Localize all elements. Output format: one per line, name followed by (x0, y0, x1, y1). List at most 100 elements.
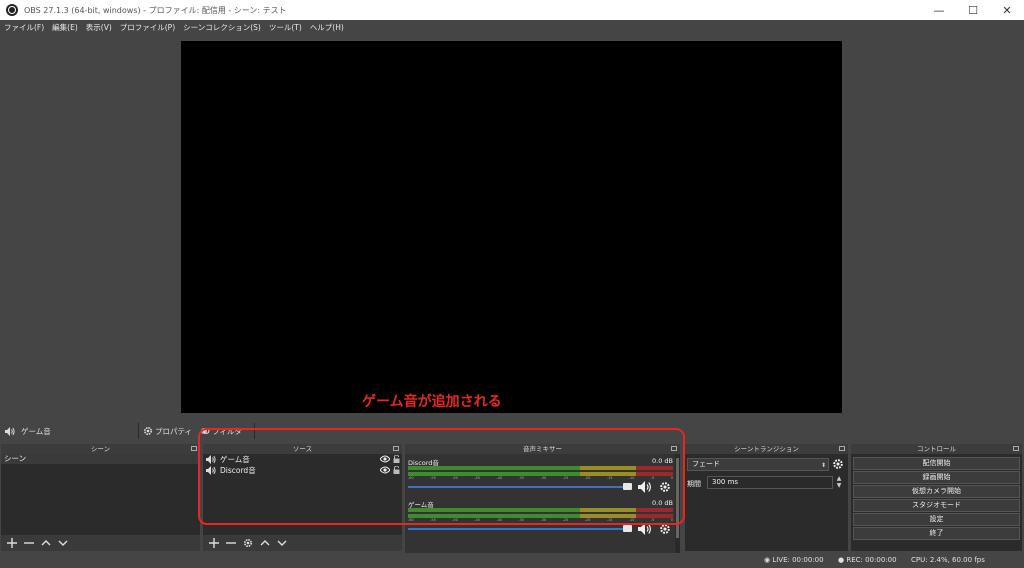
main-area: ゲーム音が追加される ゲーム音 プロパティ フィルタ シーン シーン ソース ゲ… (0, 35, 1024, 568)
remove-source-button[interactable] (223, 536, 238, 550)
transition-value: フェード (692, 460, 720, 468)
mixer-header: 音声ミキサー (405, 444, 680, 454)
controls-dock: コントロール 配信開始 録画開始 仮想カメラ開始 スタジオモード 設定 終了 (851, 444, 1022, 551)
undock-icon[interactable] (191, 446, 197, 451)
lock-icon[interactable] (393, 455, 400, 463)
status-bar: ◉ LIVE: 00:00:00 ● REC: 00:00:00 CPU: 2.… (0, 553, 1024, 568)
channel-db: 0.0 dB (652, 457, 673, 465)
gear-icon (143, 426, 153, 436)
eye-icon[interactable] (380, 455, 390, 463)
chevron-down-icon (277, 540, 286, 546)
mixer-channel: ゲーム音 0.0 dB -60 -55 -50 -45 -40 -35 -30 -25 -20-… (408, 499, 673, 539)
rec-indicator: ● REC: 00:00:00 (838, 556, 897, 564)
transitions-header: シーントランジション (685, 444, 848, 454)
menu-scene-collection[interactable]: シーンコレクション(S) (183, 22, 261, 33)
menu-view[interactable]: 表示(V) (86, 22, 112, 33)
scenes-title: シーン (90, 445, 111, 453)
window-controls: — ☐ ✕ (922, 0, 1024, 20)
volume-slider-handle[interactable] (623, 483, 632, 490)
close-button[interactable]: ✕ (990, 0, 1024, 20)
transition-select[interactable]: フェード ⬍ (687, 458, 829, 471)
meter-ticks: -60 -55 -50 -45 -40 -35 -30 -25 -20 -15 -10 -5 0 (408, 476, 673, 480)
volume-slider-handle[interactable] (623, 525, 632, 532)
gear-icon (243, 538, 252, 548)
sources-toolbar (203, 535, 402, 551)
gear-icon[interactable] (659, 523, 671, 535)
chevron-down-icon (58, 540, 67, 546)
move-scene-down-button[interactable] (55, 536, 70, 550)
menu-file[interactable]: ファイル(F) (4, 22, 44, 33)
duration-input[interactable]: 300 ms (707, 476, 833, 489)
controls-title: コントロール (917, 445, 956, 453)
window-title: OBS 27.1.3 (64-bit, windows) - プロファイル: 配… (24, 5, 287, 15)
start-streaming-button[interactable]: 配信開始 (853, 457, 1020, 470)
divider (253, 423, 255, 439)
plus-icon (6, 538, 17, 548)
filters-button[interactable]: フィルタ (200, 426, 242, 437)
menu-edit[interactable]: 編集(E) (52, 22, 78, 33)
live-time: LIVE: 00:00:00 (772, 556, 824, 564)
gear-icon[interactable] (832, 458, 844, 470)
volume-slider[interactable] (408, 486, 630, 488)
transitions-title: シーントランジション (734, 445, 799, 453)
undock-icon[interactable] (1013, 446, 1019, 451)
duration-label: 期間 (687, 480, 701, 488)
filters-label: フィルタ (212, 426, 242, 436)
start-recording-button[interactable]: 録画開始 (853, 471, 1020, 484)
volume-slider[interactable] (408, 528, 630, 530)
add-scene-button[interactable] (4, 536, 19, 550)
mixer-scrollbar[interactable] (675, 454, 680, 568)
maximize-button[interactable]: ☐ (956, 0, 990, 20)
volume-meter (408, 508, 673, 512)
source-item[interactable]: ゲーム音 (203, 454, 402, 465)
eye-icon[interactable] (380, 466, 390, 474)
source-properties-button[interactable] (240, 536, 255, 550)
speaker-mute-icon[interactable] (638, 481, 652, 493)
divider (138, 423, 139, 439)
menu-tools[interactable]: ツール(T) (269, 22, 302, 33)
undock-icon[interactable] (671, 446, 677, 451)
sources-dock: ソース ゲーム音 Discord音 (203, 444, 402, 551)
exit-button[interactable]: 終了 (853, 527, 1020, 540)
menu-profile[interactable]: プロファイル(P) (120, 22, 175, 33)
preview-canvas[interactable] (181, 41, 842, 413)
minimize-button[interactable]: — (922, 0, 956, 20)
rec-time: REC: 00:00:00 (846, 556, 897, 564)
audio-mixer-dock: 音声ミキサー Discord音 0.0 dB -60 -55 -50 -45 -40 -3… (405, 444, 680, 568)
scenes-header: シーン (1, 444, 200, 454)
obs-logo-icon (6, 4, 18, 16)
speaker-mute-icon[interactable] (638, 523, 652, 535)
minus-icon (225, 542, 236, 544)
minus-icon (23, 542, 34, 544)
source-item[interactable]: Discord音 (203, 465, 402, 476)
scene-transitions-dock: シーントランジション フェード ⬍ 期間 300 ms ▲ ▼ (685, 444, 848, 551)
settings-button[interactable]: 設定 (853, 513, 1020, 526)
plus-icon (208, 538, 219, 548)
menu-help[interactable]: ヘルプ(H) (310, 22, 344, 33)
duration-spinner[interactable]: ▲ ▼ (834, 475, 844, 490)
meter-ticks: -60 -55 -50 -45 -40 -35 -30 -25 -20 -15 -10 -5 0 (408, 518, 673, 522)
chevron-up-icon (41, 540, 50, 546)
undock-icon[interactable] (393, 446, 399, 451)
properties-button[interactable]: プロパティ (143, 426, 192, 437)
live-indicator: ◉ LIVE: 00:00:00 (764, 556, 824, 564)
menu-bar: ファイル(F) 編集(E) 表示(V) プロファイル(P) シーンコレクション(… (0, 20, 1024, 35)
gear-icon[interactable] (659, 481, 671, 493)
studio-mode-button[interactable]: スタジオモード (853, 499, 1020, 512)
add-source-button[interactable] (206, 536, 221, 550)
lock-icon[interactable] (393, 466, 400, 474)
start-virtual-camera-button[interactable]: 仮想カメラ開始 (853, 485, 1020, 498)
controls-header: コントロール (851, 444, 1022, 454)
context-bar: ゲーム音 プロパティ フィルタ (0, 420, 1024, 442)
move-source-down-button[interactable] (274, 536, 289, 550)
chevron-up-icon (260, 540, 269, 546)
scene-item[interactable]: シーン (1, 454, 200, 464)
selected-source: ゲーム音 (0, 426, 134, 437)
source-label: ゲーム音 (220, 455, 250, 464)
remove-scene-button[interactable] (21, 536, 36, 550)
move-source-up-button[interactable] (257, 536, 272, 550)
scenes-dock: シーン シーン (1, 444, 200, 551)
speaker-icon (5, 426, 15, 436)
undock-icon[interactable] (839, 446, 845, 451)
move-scene-up-button[interactable] (38, 536, 53, 550)
